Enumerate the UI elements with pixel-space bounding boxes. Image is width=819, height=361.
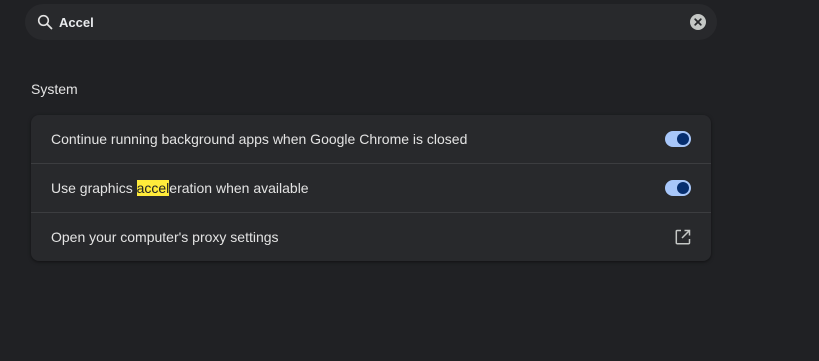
- settings-card: Continue running background apps when Go…: [31, 115, 711, 261]
- settings-page: System Continue running background apps …: [0, 0, 819, 361]
- setting-label: Open your computer's proxy settings: [51, 229, 279, 245]
- search-icon: [37, 14, 53, 30]
- setting-row-background-apps[interactable]: Continue running background apps when Go…: [31, 115, 711, 163]
- section-title: System: [31, 81, 78, 97]
- search-input[interactable]: [59, 13, 659, 31]
- setting-row-proxy-settings[interactable]: Open your computer's proxy settings: [31, 212, 711, 261]
- search-match-highlight: accel: [136, 180, 170, 196]
- setting-label: Continue running background apps when Go…: [51, 131, 468, 147]
- label-text-after: eration when available: [169, 180, 309, 196]
- label-text-before: Use graphics: [51, 180, 137, 196]
- search-bar[interactable]: [25, 4, 717, 40]
- toggle-knob: [677, 182, 689, 194]
- graphics-acceleration-toggle[interactable]: [665, 180, 691, 196]
- clear-search-button[interactable]: [690, 14, 706, 30]
- setting-row-graphics-acceleration[interactable]: Use graphics acceleration when available: [31, 163, 711, 212]
- external-link-icon[interactable]: [674, 228, 692, 246]
- toggle-knob: [677, 133, 689, 145]
- setting-label: Use graphics acceleration when available: [51, 180, 309, 196]
- background-apps-toggle[interactable]: [665, 131, 691, 147]
- close-icon: [694, 18, 702, 26]
